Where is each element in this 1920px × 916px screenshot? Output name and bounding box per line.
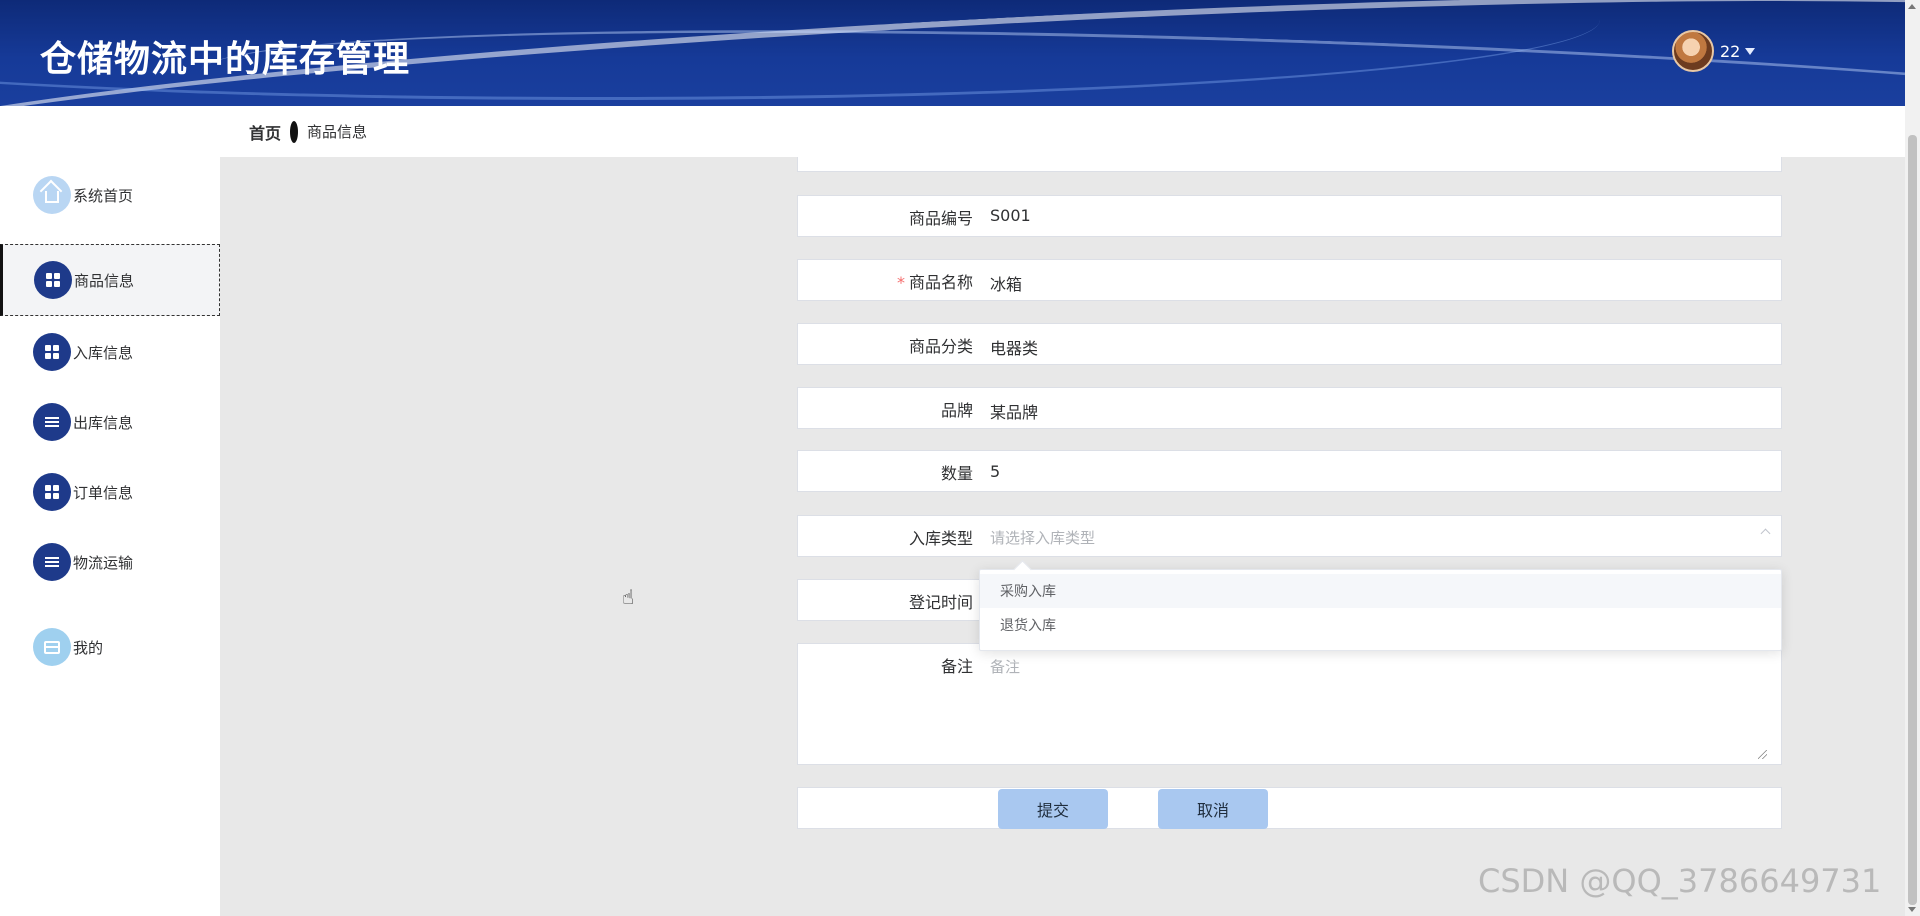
sidebar: 系统首页 商品信息 入库信息 出库信息 订单信息 物流运输 我的 — [0, 106, 220, 916]
form-row-quantity: 数量 5 — [797, 450, 1782, 492]
category-label: 商品分类 — [908, 337, 973, 356]
intype-select[interactable]: 请选择入库类型 — [990, 527, 1095, 548]
form-row-intype: 入库类型 请选择入库类型 — [797, 515, 1782, 557]
form-row-brand: 品牌 某品牌 — [797, 387, 1782, 429]
intype-dropdown: 采购入库 退货入库 — [979, 569, 1782, 651]
sidebar-item-label: 我的 — [73, 638, 104, 657]
user-menu[interactable]: 22 — [1672, 30, 1756, 72]
sidebar-item-label: 订单信息 — [73, 483, 134, 502]
form-row-code: 商品编号 S001 — [797, 195, 1782, 237]
resize-handle-icon[interactable] — [1758, 750, 1767, 759]
app-title: 仓储物流中的库存管理 — [40, 39, 411, 80]
remark-label: 备注 — [940, 657, 973, 676]
breadcrumb-home[interactable]: 首页 — [249, 120, 281, 144]
category-input[interactable]: 电器类 — [990, 335, 1038, 359]
submit-button[interactable]: 提交 — [998, 789, 1108, 829]
cancel-button[interactable]: 取消 — [1158, 789, 1268, 829]
hand-cursor-icon: ☝ — [622, 585, 635, 609]
form-row-category: 商品分类 电器类 — [797, 323, 1782, 365]
scroll-up-icon[interactable] — [1908, 4, 1916, 9]
sidebar-item-inbound[interactable]: 入库信息 — [0, 319, 220, 385]
sidebar-item-orders[interactable]: 订单信息 — [0, 459, 220, 525]
breadcrumb: 首页 商品信息 — [220, 106, 1905, 157]
caret-down-icon[interactable] — [1745, 47, 1756, 55]
remark-placeholder: 备注 — [990, 658, 1021, 676]
grid-icon — [33, 473, 71, 511]
name-label-text: 商品名称 — [908, 273, 973, 292]
username[interactable]: 22 — [1720, 42, 1740, 61]
sidebar-item-logistics[interactable]: 物流运输 — [0, 529, 220, 595]
sidebar-item-mine[interactable]: 我的 — [0, 614, 220, 680]
code-label: 商品编号 — [908, 209, 973, 228]
list-icon — [33, 543, 71, 581]
sidebar-item-products[interactable]: 商品信息 — [0, 244, 220, 316]
intype-label: 入库类型 — [908, 529, 973, 548]
card-icon — [33, 628, 71, 666]
breadcrumb-current: 商品信息 — [307, 123, 368, 141]
breadcrumb-separator-icon — [290, 120, 299, 143]
sidebar-item-label: 系统首页 — [73, 186, 134, 205]
app-header: 仓储物流中的库存管理 22 — [0, 0, 1905, 106]
name-label: * 商品名称 — [798, 269, 973, 293]
form-row-name: * 商品名称 冰箱 — [797, 259, 1782, 301]
form-row-actions: 提交 取消 — [797, 787, 1782, 829]
dropdown-option-return[interactable]: 退货入库 — [980, 608, 1781, 642]
chevron-up-icon[interactable] — [1760, 528, 1771, 539]
form-row-clipped — [797, 157, 1782, 172]
remark-textarea[interactable]: 备注 — [980, 652, 1770, 762]
sidebar-item-outbound[interactable]: 出库信息 — [0, 389, 220, 455]
sidebar-item-label: 出库信息 — [73, 413, 134, 432]
grid-icon — [34, 261, 72, 299]
quantity-label: 数量 — [940, 464, 973, 483]
form-row-remark: 备注 备注 — [797, 643, 1782, 765]
scroll-down-icon[interactable] — [1908, 907, 1916, 912]
code-input[interactable]: S001 — [990, 206, 1031, 225]
name-input[interactable]: 冰箱 — [990, 271, 1022, 295]
required-mark: * — [896, 273, 905, 292]
sidebar-item-label: 入库信息 — [73, 343, 134, 362]
dropdown-option-purchase[interactable]: 采购入库 — [980, 574, 1781, 608]
sidebar-item-label: 商品信息 — [74, 271, 135, 290]
scrollbar-thumb[interactable] — [1908, 135, 1917, 905]
brand-label: 品牌 — [940, 401, 973, 420]
home-icon — [33, 176, 71, 214]
quantity-input[interactable]: 5 — [990, 462, 1000, 481]
grid-icon — [33, 333, 71, 371]
avatar[interactable] — [1672, 30, 1714, 72]
sidebar-item-home[interactable]: 系统首页 — [0, 162, 220, 228]
main-content: 商品编号 S001 * 商品名称 冰箱 商品分类 电器类 品牌 某品牌 数量 5 … — [220, 157, 1905, 916]
watermark: CSDN @QQ_3786649731 — [1478, 862, 1882, 900]
brand-input[interactable]: 某品牌 — [990, 399, 1038, 423]
page-scrollbar[interactable] — [1905, 0, 1920, 916]
sidebar-item-label: 物流运输 — [73, 553, 134, 572]
regtime-label: 登记时间 — [908, 593, 973, 612]
list-icon — [33, 403, 71, 441]
